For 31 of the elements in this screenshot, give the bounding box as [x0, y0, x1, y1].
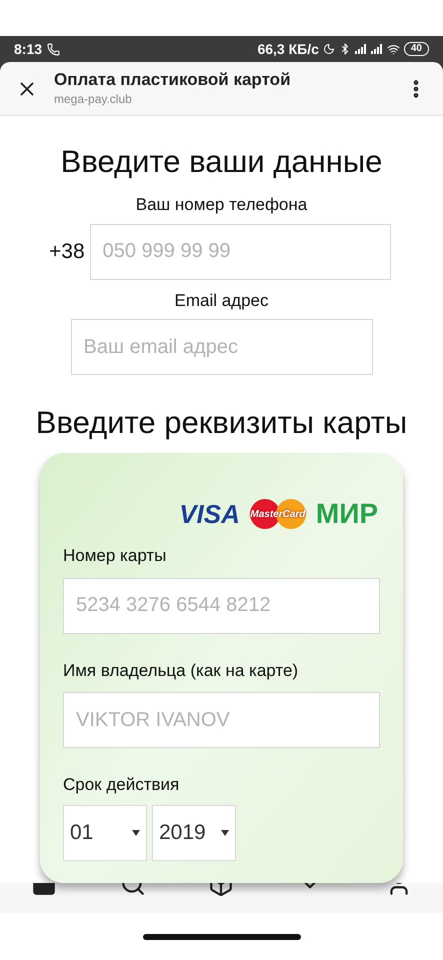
- field-label: Номер карты: [63, 545, 168, 567]
- field-label: Имя владельца (как на карте): [63, 660, 300, 682]
- month-select[interactable]: 01: [63, 804, 147, 860]
- wifi-icon: [386, 42, 400, 56]
- email-field[interactable]: Ваш email адрес: [70, 319, 372, 375]
- year-select[interactable]: 2019: [152, 804, 236, 860]
- box-icon[interactable]: [208, 883, 234, 897]
- brand-logo: МИР: [316, 497, 378, 531]
- field-label: Email адрес: [174, 290, 268, 312]
- search-icon[interactable]: [120, 883, 146, 897]
- brand-logo: VISA: [179, 498, 240, 530]
- page-title: Оплата пластиковой картой: [54, 69, 291, 90]
- dropdown-arrow-icon: [221, 830, 229, 836]
- section-heading: Введите ваши данные: [60, 144, 382, 180]
- section-heading: Введите реквизиты карты: [36, 405, 408, 441]
- card-number-field[interactable]: 5234 3276 6544 8212: [63, 578, 380, 634]
- cardholder-field[interactable]: VIKTOR IVANOV: [63, 692, 380, 748]
- signal-icon: [370, 44, 383, 54]
- battery-icon: 40: [404, 42, 429, 56]
- moon-icon: [322, 43, 335, 55]
- status-time: 8:13: [14, 40, 42, 58]
- field-label: Срок действия: [63, 774, 180, 796]
- network-speed: 66,3 КБ/с: [257, 40, 319, 58]
- phone-prefix: +38: [49, 238, 85, 265]
- phone-field[interactable]: 050 999 99 99: [90, 224, 391, 280]
- phone-icon: [47, 42, 60, 56]
- page-url: mega-pay.club: [54, 91, 133, 108]
- dropdown-arrow-icon: [132, 830, 140, 836]
- signal-icon: [354, 44, 367, 54]
- field-label: Ваш номер телефона: [136, 194, 308, 216]
- home-icon[interactable]: [31, 883, 58, 897]
